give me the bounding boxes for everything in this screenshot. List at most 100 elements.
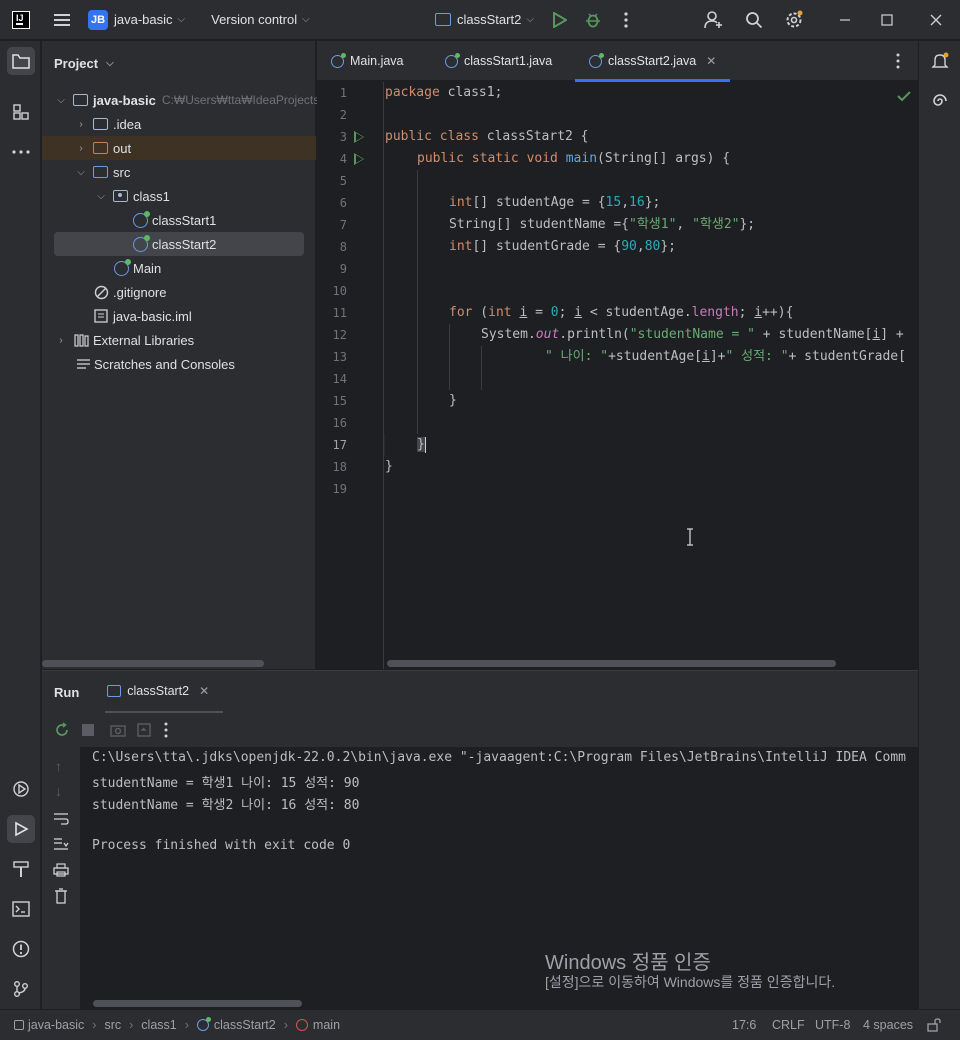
project-horizontal-scrollbar[interactable]: [42, 660, 264, 667]
close-tab-icon[interactable]: ✕: [199, 684, 209, 698]
run-button[interactable]: [551, 0, 569, 40]
run-gutter-icon[interactable]: [354, 131, 364, 143]
line-number: 19: [332, 482, 347, 496]
breadcrumb-item[interactable]: src: [104, 1018, 121, 1032]
search-button[interactable]: [744, 0, 764, 40]
tree-item-scratches[interactable]: Scratches and Consoles: [76, 352, 235, 376]
code-line-13: " 나이: "+studentAge[i]+" 성적: "+ studentGr…: [545, 349, 906, 364]
indent-guide: [449, 324, 450, 390]
java-class-icon: [114, 258, 131, 276]
breadcrumb-item[interactable]: main: [313, 1018, 340, 1032]
more-vertical-icon[interactable]: [164, 722, 168, 738]
soft-wrap-icon[interactable]: [53, 812, 69, 826]
maximize-button[interactable]: [877, 0, 897, 40]
spiral-icon: [933, 94, 947, 106]
code-editor[interactable]: package class1; public class classStart2…: [385, 82, 918, 669]
breadcrumb-item[interactable]: classStart2: [214, 1018, 276, 1032]
hamburger-icon: [54, 11, 70, 29]
add-user-button[interactable]: [703, 0, 725, 40]
line-number: 12: [332, 328, 347, 342]
breadcrumb-item[interactable]: class1: [141, 1018, 176, 1032]
run-side-toolbar: ↑ ↓: [42, 747, 81, 1010]
terminal-tool-button[interactable]: [7, 895, 35, 923]
services-tool-button[interactable]: [7, 775, 35, 803]
project-switcher[interactable]: JB java-basic ⌵: [70, 0, 185, 40]
minimize-button[interactable]: [835, 0, 855, 40]
tree-item-classstart1[interactable]: classStart1: [133, 208, 216, 232]
tab-main-java[interactable]: Main.java: [331, 41, 404, 81]
minimize-icon: [840, 18, 850, 21]
line-number: 16: [332, 416, 347, 430]
run-tab[interactable]: classStart2 ✕: [105, 671, 224, 713]
camera-icon[interactable]: [110, 723, 126, 737]
print-icon[interactable]: [53, 863, 69, 877]
indent-guide: [417, 170, 418, 434]
problems-tool-button[interactable]: [7, 935, 35, 963]
line-number: 4: [339, 152, 347, 166]
more-actions-button[interactable]: [620, 0, 632, 40]
more-tools-button[interactable]: [7, 138, 35, 166]
tree-item-src[interactable]: ⌵ src: [74, 160, 130, 184]
run-gutter-icon[interactable]: [354, 153, 364, 165]
breadcrumb-item[interactable]: java-basic: [28, 1018, 84, 1032]
ai-assistant-button[interactable]: [926, 87, 954, 115]
tree-item-classstart2[interactable]: classStart2: [54, 232, 304, 256]
trash-icon[interactable]: [54, 888, 68, 904]
tree-item-main[interactable]: Main: [114, 256, 161, 280]
run-config-selector[interactable]: classStart2 ⌵: [435, 0, 534, 40]
settings-button[interactable]: [783, 0, 805, 40]
tree-item-label: Main: [133, 260, 162, 276]
library-icon: [74, 334, 89, 347]
tree-item-external-libraries[interactable]: › External Libraries: [54, 328, 194, 352]
right-tool-strip: [918, 41, 960, 1009]
close-tab-icon[interactable]: ✕: [706, 54, 716, 68]
chevron-down-icon: ⌵: [177, 14, 186, 25]
editor-tab-bar: Main.java classStart1.java classStart2.j…: [317, 41, 918, 82]
project-panel-header[interactable]: Project ⌵: [42, 41, 315, 85]
project-panel-title: Project: [54, 55, 99, 71]
console-line: C:\Users\tta\.jdks\openjdk-22.0.2\bin\ja…: [92, 750, 906, 765]
add-user-icon: [704, 10, 722, 28]
tab-classstart2-java[interactable]: classStart2.java ✕: [575, 41, 731, 82]
tree-item-root[interactable]: ⌵ java-basic C:₩Users₩tta₩IdeaProjects₩j…: [54, 88, 340, 112]
run-tool-button[interactable]: [7, 815, 35, 843]
vcs-menu[interactable]: Version control ⌵: [205, 0, 310, 40]
tree-item-idea[interactable]: › .idea: [74, 112, 141, 136]
close-window-button[interactable]: [926, 0, 946, 40]
tab-classstart1-java[interactable]: classStart1.java: [445, 41, 552, 81]
structure-tool-button[interactable]: [7, 98, 35, 126]
indent-setting[interactable]: 4 spaces: [863, 1018, 913, 1032]
package-icon: [113, 190, 128, 202]
arrow-up-icon[interactable]: ↑: [55, 758, 62, 774]
title-bar: IJ JB java-basic ⌵ Version control ⌵ cla…: [0, 0, 960, 40]
tree-item-label: Scratches and Consoles: [94, 356, 235, 372]
arrow-down-icon[interactable]: ↓: [55, 783, 62, 799]
scroll-to-end-icon[interactable]: [53, 837, 69, 851]
caret-position[interactable]: 17:6: [732, 1018, 756, 1032]
stop-icon[interactable]: [82, 724, 94, 736]
tab-options-button[interactable]: [896, 53, 900, 72]
debug-button[interactable]: [584, 0, 602, 40]
restore-layout-icon[interactable]: [136, 722, 152, 738]
tree-item-out[interactable]: › out: [42, 136, 316, 160]
tree-item-gitignore[interactable]: .gitignore: [94, 280, 166, 304]
rerun-icon[interactable]: [54, 722, 70, 738]
tree-item-label: out: [113, 140, 132, 156]
run-tab-label: classStart2: [127, 684, 190, 698]
tab-label: classStart1.java: [464, 54, 553, 68]
main-menu-button[interactable]: [54, 0, 70, 40]
notifications-button[interactable]: [926, 47, 954, 75]
console-horizontal-scrollbar[interactable]: [93, 1000, 302, 1007]
bell-icon: [931, 52, 949, 68]
lock-icon[interactable]: [927, 1018, 941, 1032]
tree-item-label: .gitignore: [113, 284, 167, 300]
git-tool-button[interactable]: [7, 975, 35, 1003]
code-line-8: int[] studentGrade = {90,80};: [449, 239, 676, 254]
editor-horizontal-scrollbar[interactable]: [387, 660, 836, 667]
file-encoding[interactable]: UTF-8: [815, 1018, 850, 1032]
project-tool-button[interactable]: [7, 47, 35, 75]
line-separator[interactable]: CRLF: [772, 1018, 805, 1032]
build-tool-button[interactable]: [7, 855, 35, 883]
tree-item-iml[interactable]: java-basic.iml: [94, 304, 192, 328]
tree-item-class1[interactable]: ⌵ class1: [94, 184, 170, 208]
